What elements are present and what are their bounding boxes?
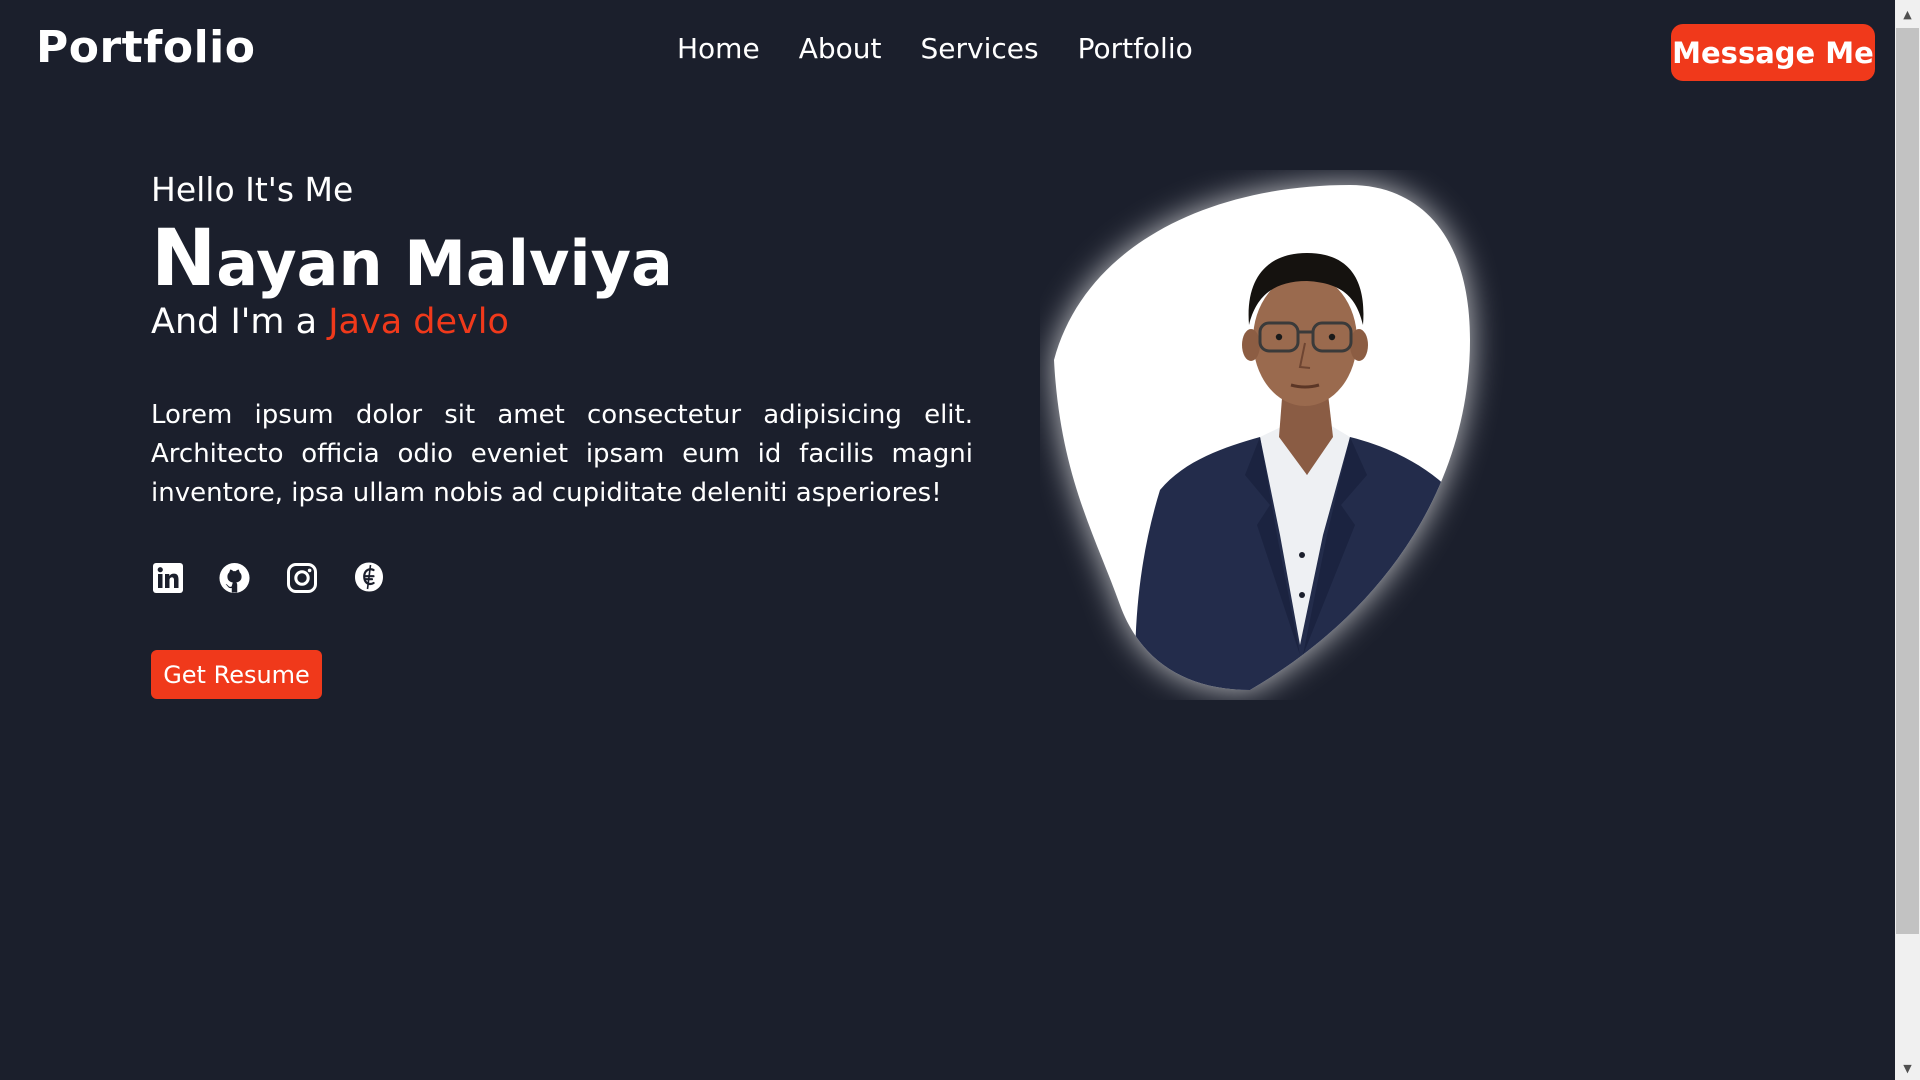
header: Portfolio Home About Services Portfolio … <box>0 0 1895 104</box>
nav-services[interactable]: Services <box>920 32 1038 65</box>
linkedin-icon[interactable] <box>151 561 184 594</box>
instagram-icon[interactable] <box>285 561 318 594</box>
name-first-letter: N <box>151 214 217 304</box>
nav-about[interactable]: About <box>799 32 882 65</box>
scroll-down-arrow-icon[interactable]: ▼ <box>1895 1058 1920 1078</box>
profile-photo <box>1040 170 1550 700</box>
name-rest: ayan Malviya <box>216 227 673 300</box>
role-prefix: And I'm a <box>151 302 329 342</box>
nav-portfolio[interactable]: Portfolio <box>1078 32 1193 65</box>
hero-description: Lorem ipsum dolor sit amet consectetur a… <box>151 400 973 508</box>
logo[interactable]: Portfolio <box>36 22 255 73</box>
greeting: Hello It's Me <box>151 170 354 209</box>
scrollbar-thumb[interactable] <box>1896 28 1919 934</box>
codechef-icon[interactable] <box>352 561 385 594</box>
scroll-up-arrow-icon[interactable]: ▲ <box>1895 4 1920 24</box>
github-icon[interactable] <box>218 561 251 594</box>
page: Portfolio Home About Services Portfolio … <box>0 0 1920 1080</box>
hero-name: Nayan Malviya <box>151 214 673 304</box>
social-links <box>151 561 385 594</box>
message-me-button[interactable]: Message Me <box>1671 24 1875 81</box>
main-nav: Home About Services Portfolio <box>677 32 1193 65</box>
role-highlight: Java devlo <box>328 302 509 342</box>
role-line: And I'm a Java devlo <box>151 302 509 342</box>
nav-home[interactable]: Home <box>677 32 760 65</box>
get-resume-button[interactable]: Get Resume <box>151 650 322 699</box>
